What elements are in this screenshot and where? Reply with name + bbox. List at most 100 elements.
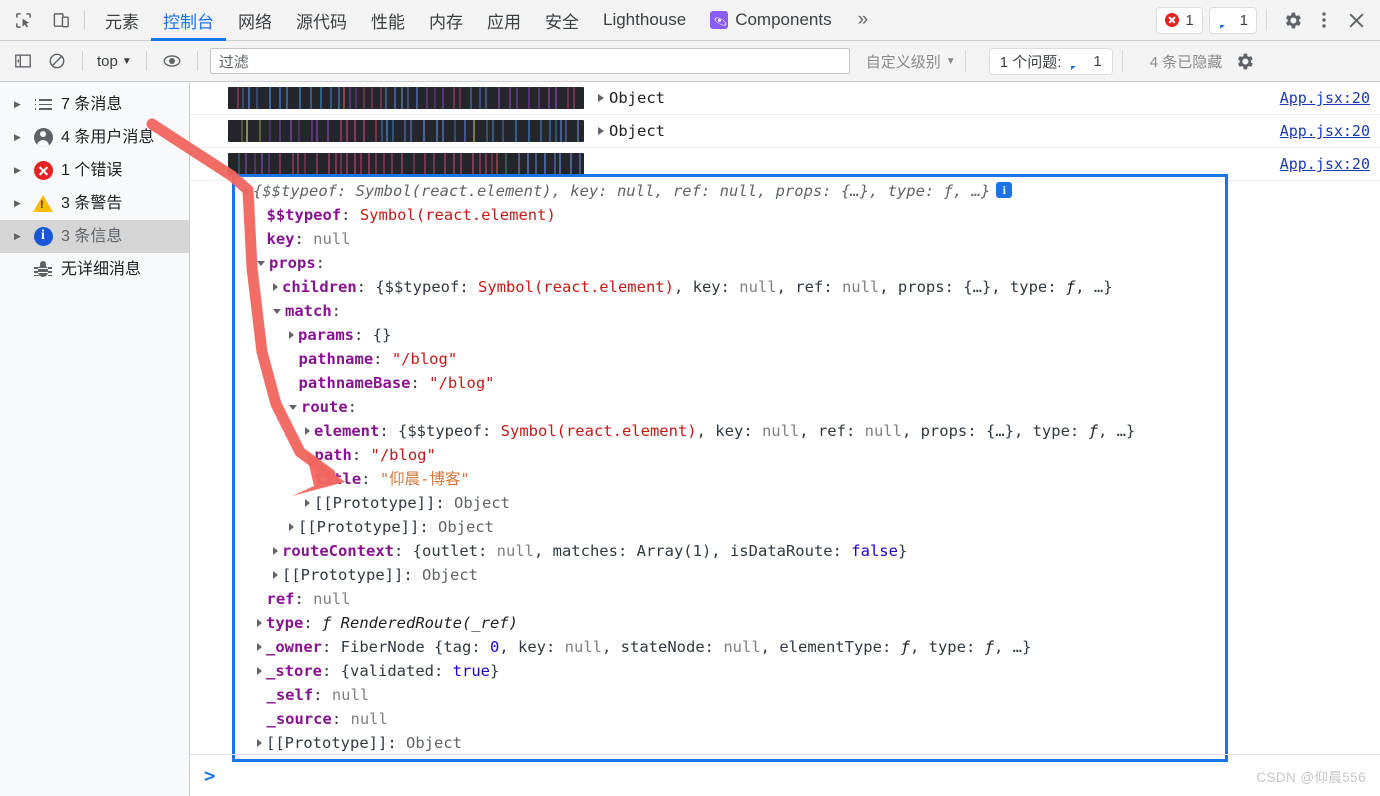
message-count-badge[interactable]: 1 [1208,6,1257,34]
sidebar-item-messages[interactable]: ▶ 7 条消息 [0,88,189,121]
inspect-element-icon[interactable] [8,5,38,35]
chevron-right-icon[interactable] [598,127,604,135]
tab-performance[interactable]: 性能 [359,0,417,41]
object-tree-line[interactable]: match: [235,299,1225,323]
object-tree-line[interactable]: key: null [235,227,1225,251]
chevron-right-icon[interactable] [289,331,294,339]
chevron-right-icon[interactable] [273,283,278,291]
tab-security[interactable]: 安全 [533,0,591,41]
object-tree-line[interactable]: children: {$$typeof: Symbol(react.elemen… [235,275,1225,299]
source-link[interactable]: App.jsx:20 [1280,89,1370,107]
console-prompt-row[interactable]: > [190,754,1380,796]
object-tree-line[interactable]: {$$typeof: Symbol(react.element), key: n… [235,179,1225,203]
more-options-icon[interactable] [1308,4,1340,36]
tab-network[interactable]: 网络 [226,0,284,41]
toolbar-divider [1266,9,1267,31]
object-tree-line[interactable]: props: [235,251,1225,275]
object-tree-line[interactable]: pathname: "/blog" [235,347,1225,371]
object-preview-toggle[interactable]: Object [598,122,665,140]
live-expression-icon[interactable] [158,47,186,75]
object-tree-line[interactable]: [[Prototype]]: Object [235,515,1225,539]
toolbar-divider [1121,50,1123,72]
sidebar-item-warnings[interactable]: ▶ 3 条警告 [0,187,189,220]
tree-token: , stateNode: [602,638,724,656]
object-tree-line[interactable]: element: {$$typeof: Symbol(react.element… [235,419,1225,443]
sidebar-item-verbose[interactable]: 无详细消息 [0,253,189,286]
chevron-right-icon[interactable]: ▶ [14,132,25,143]
chevron-right-icon[interactable] [273,547,278,555]
sidebar-item-label: 1 个错误 [61,161,123,179]
sidebar-item-user-messages[interactable]: ▶ 4 条用户消息 [0,121,189,154]
gear-icon[interactable] [1228,45,1260,77]
chevron-right-icon[interactable]: ▶ [14,165,25,176]
object-tree-line[interactable]: _store: {validated: true} [235,659,1225,683]
clear-console-icon[interactable] [43,47,71,75]
info-badge-icon[interactable]: i [996,182,1013,198]
tree-token: : [313,686,332,704]
object-tree-line[interactable]: _self: null [235,683,1225,707]
log-level-selector[interactable]: 自定义级别 ▼ [866,51,956,72]
tree-token: : [303,614,322,632]
source-link[interactable]: App.jsx:20 [1280,122,1370,140]
chevron-right-icon[interactable] [257,667,262,675]
close-icon[interactable] [1340,4,1372,36]
sidebar-item-errors[interactable]: ▶ 1 个错误 [0,154,189,187]
tab-memory[interactable]: 内存 [417,0,475,41]
object-tree-line[interactable]: routeContext: {outlet: null, matches: Ar… [235,539,1225,563]
chevron-down-icon[interactable] [289,405,297,410]
gear-icon[interactable] [1276,4,1308,36]
object-tree-line[interactable]: [[Prototype]]: Object [235,491,1225,515]
tree-token: null [739,278,777,296]
tab-elements[interactable]: 元素 [93,0,151,41]
console-log-row[interactable]: Object App.jsx:20 [190,115,1380,148]
console-log-row[interactable]: Object App.jsx:20 [190,82,1380,115]
console-sidebar-icon[interactable] [9,47,37,75]
chevron-down-icon[interactable] [273,309,281,314]
sidebar-item-info[interactable]: ▶ 3 条信息 [0,220,189,253]
chevron-right-icon[interactable] [257,619,262,627]
tab-lighthouse[interactable]: Lighthouse [591,0,698,41]
filter-input[interactable]: 过滤 [209,48,850,74]
chevron-right-icon[interactable] [273,571,278,579]
object-tree-line[interactable]: route: [235,395,1225,419]
issues-button[interactable]: 1 个问题: 1 [988,47,1113,75]
device-toolbar-icon[interactable] [46,5,76,35]
tree-token: null [719,182,757,200]
chevron-right-icon[interactable] [257,739,262,747]
chevron-right-icon[interactable]: ▶ [14,198,25,209]
tree-token: _owner [266,638,322,656]
object-tree-line[interactable]: $$typeof: Symbol(react.element) [235,203,1225,227]
tab-console[interactable]: 控制台 [151,0,226,41]
chevron-right-icon[interactable] [257,643,262,651]
object-tree-line[interactable]: type: ƒ RenderedRoute(_ref) [235,611,1225,635]
object-tree-line[interactable]: _source: null [235,707,1225,731]
sidebar-item-label: 3 条警告 [61,194,123,212]
tab-application[interactable]: 应用 [475,0,533,41]
expanded-object-tree[interactable]: {$$typeof: Symbol(react.element), key: n… [232,174,1228,762]
chevron-right-icon[interactable] [289,523,294,531]
tab-components[interactable]: Components [698,0,843,41]
execution-context-selector[interactable]: top ▼ [91,53,138,70]
object-tree-line[interactable]: _owner: FiberNode {tag: 0, key: null, st… [235,635,1225,659]
object-tree-line[interactable]: pathnameBase: "/blog" [235,371,1225,395]
chevron-right-icon[interactable] [305,427,310,435]
object-tree-line[interactable]: ref: null [235,587,1225,611]
issues-count: 1 [1093,52,1102,70]
chevron-right-icon[interactable]: ▶ [14,99,25,110]
error-count-badge[interactable]: 1 [1156,6,1203,34]
object-tree-line[interactable]: path: "/blog" [235,443,1225,467]
chevron-right-icon[interactable]: ▶ [14,231,25,242]
object-preview-toggle[interactable]: Object [598,89,665,107]
chevron-down-icon[interactable] [257,261,265,266]
object-tree-line[interactable]: [[Prototype]]: Object [235,563,1225,587]
object-tree-line[interactable]: [[Prototype]]: Object [235,731,1225,755]
source-link[interactable]: App.jsx:20 [1280,155,1370,173]
object-tree-line[interactable]: params: {} [235,323,1225,347]
chevron-right-icon[interactable] [305,499,310,507]
chevron-right-icon[interactable] [598,94,604,102]
tree-token: "/blog" [391,350,458,368]
object-tree-line[interactable]: title: "仰晨-博客" [235,467,1225,491]
chevron-down-icon[interactable] [241,189,249,194]
tab-sources[interactable]: 源代码 [284,0,359,41]
more-tabs-button[interactable]: » [844,9,883,31]
